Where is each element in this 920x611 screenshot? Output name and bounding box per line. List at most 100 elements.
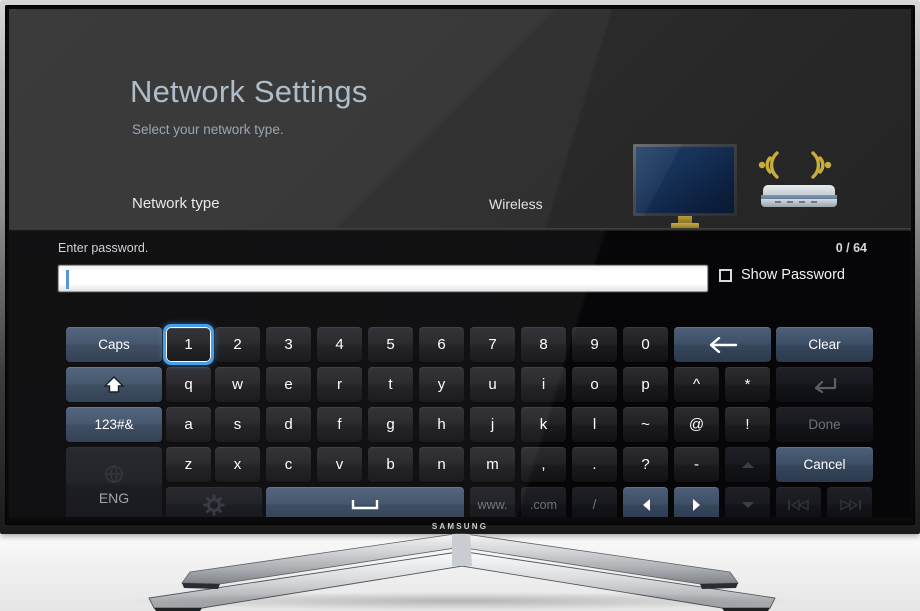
key-h[interactable]: h — [419, 407, 464, 442]
key-6-label: 6 — [437, 336, 446, 353]
key-hyphen-label: - — [694, 456, 699, 473]
next-track-icon — [837, 498, 863, 511]
key-g[interactable]: g — [368, 407, 413, 442]
key-2[interactable]: 2 — [215, 327, 260, 362]
key-3[interactable]: 3 — [266, 327, 311, 362]
key-i-label: i — [541, 376, 546, 393]
tv-icon-glare — [633, 144, 737, 216]
key-x[interactable]: x — [215, 447, 260, 482]
key-d[interactable]: d — [266, 407, 311, 442]
key-t[interactable]: t — [368, 367, 413, 402]
key-left[interactable] — [623, 487, 668, 517]
shift-arrow-icon — [103, 375, 125, 395]
key-e[interactable]: e — [266, 367, 311, 402]
key-d-label: d — [284, 416, 293, 433]
key-down[interactable] — [725, 487, 770, 517]
key-l[interactable]: l — [572, 407, 617, 442]
key-caps[interactable]: Caps — [66, 327, 162, 362]
key-o[interactable]: o — [572, 367, 617, 402]
router-led — [811, 201, 817, 203]
key-q[interactable]: q — [166, 367, 211, 402]
key-m-label: m — [486, 456, 499, 473]
key-0[interactable]: 0 — [623, 327, 668, 362]
key-exclamation-label: ! — [745, 416, 750, 433]
network-type-value[interactable]: Wireless — [489, 196, 543, 212]
key-u[interactable]: u — [470, 367, 515, 402]
key-backspace[interactable] — [674, 327, 771, 362]
key-www[interactable]: www. — [470, 487, 515, 517]
key-comma[interactable]: , — [521, 447, 566, 482]
key-v[interactable]: v — [317, 447, 362, 482]
key-space[interactable] — [266, 487, 464, 517]
key-right[interactable] — [674, 487, 719, 517]
gear-icon — [203, 494, 225, 516]
key-asterisk-label: * — [744, 376, 751, 393]
key-y[interactable]: y — [419, 367, 464, 402]
key-9[interactable]: 9 — [572, 327, 617, 362]
key-7[interactable]: 7 — [470, 327, 515, 362]
key-done[interactable]: Done — [776, 407, 873, 442]
key-1[interactable]: 1 — [163, 324, 214, 365]
key-f[interactable]: f — [317, 407, 362, 442]
key-exclamation[interactable]: ! — [725, 407, 770, 442]
key-q-label: q — [184, 376, 193, 393]
key-dotcom[interactable]: .com — [521, 487, 566, 517]
key-j[interactable]: j — [470, 407, 515, 442]
globe-icon — [104, 464, 124, 484]
wifi-waves-right-icon — [811, 151, 832, 179]
key-clear-label: Clear — [808, 337, 841, 352]
router-led — [799, 201, 805, 203]
key-0-label: 0 — [641, 336, 650, 353]
key-b[interactable]: b — [368, 447, 413, 482]
router-led — [787, 201, 793, 203]
key-u-label: u — [488, 376, 497, 393]
key-slash[interactable]: / — [572, 487, 617, 517]
key-a[interactable]: a — [166, 407, 211, 442]
key-p[interactable]: p — [623, 367, 668, 402]
key-period[interactable]: . — [572, 447, 617, 482]
key-6[interactable]: 6 — [419, 327, 464, 362]
key-next-track[interactable] — [827, 487, 872, 517]
space-bar-icon — [351, 498, 379, 511]
key-s[interactable]: s — [215, 407, 260, 442]
key-shift[interactable] — [66, 367, 162, 402]
key-i[interactable]: i — [521, 367, 566, 402]
key-enter[interactable] — [776, 367, 873, 402]
key-up[interactable] — [725, 447, 770, 482]
key-hyphen[interactable]: - — [674, 447, 719, 482]
key-n-label: n — [437, 456, 446, 473]
key-settings[interactable] — [166, 487, 262, 517]
key-c[interactable]: c — [266, 447, 311, 482]
key-x-label: x — [233, 456, 242, 473]
key-tilde[interactable]: ~ — [623, 407, 668, 442]
key-prev-track[interactable] — [776, 487, 821, 517]
key-www-label: www. — [477, 497, 508, 512]
key-symbols[interactable]: 123#& — [66, 407, 162, 442]
key-r[interactable]: r — [317, 367, 362, 402]
router-bottom — [761, 199, 837, 207]
key-cancel[interactable]: Cancel — [776, 447, 873, 482]
key-question[interactable]: ? — [623, 447, 668, 482]
key-clear[interactable]: Clear — [776, 327, 873, 362]
key-at[interactable]: @ — [674, 407, 719, 442]
keyboard-key-grid: Caps 1 2 3 4 5 6 7 8 9 0 Clear q w e r t y u i o p ^ * 123#& a s d f… — [9, 231, 911, 517]
key-w[interactable]: w — [215, 367, 260, 402]
tv-icon-stand-neck — [678, 216, 692, 223]
key-5[interactable]: 5 — [368, 327, 413, 362]
key-4[interactable]: 4 — [317, 327, 362, 362]
key-language[interactable]: ENG — [66, 447, 162, 517]
key-z[interactable]: z — [166, 447, 211, 482]
key-j-label: j — [490, 416, 495, 433]
tv-screen: Network Settings Select your network typ… — [9, 9, 911, 517]
key-caret[interactable]: ^ — [674, 367, 719, 402]
key-2-label: 2 — [233, 336, 242, 353]
key-8[interactable]: 8 — [521, 327, 566, 362]
key-asterisk[interactable]: * — [725, 367, 770, 402]
samsung-tv: Network Settings Select your network typ… — [0, 0, 920, 611]
key-language-label: ENG — [98, 489, 130, 506]
key-y-label: y — [437, 376, 446, 393]
key-k[interactable]: k — [521, 407, 566, 442]
key-n[interactable]: n — [419, 447, 464, 482]
key-a-label: a — [184, 416, 193, 433]
key-m[interactable]: m — [470, 447, 515, 482]
